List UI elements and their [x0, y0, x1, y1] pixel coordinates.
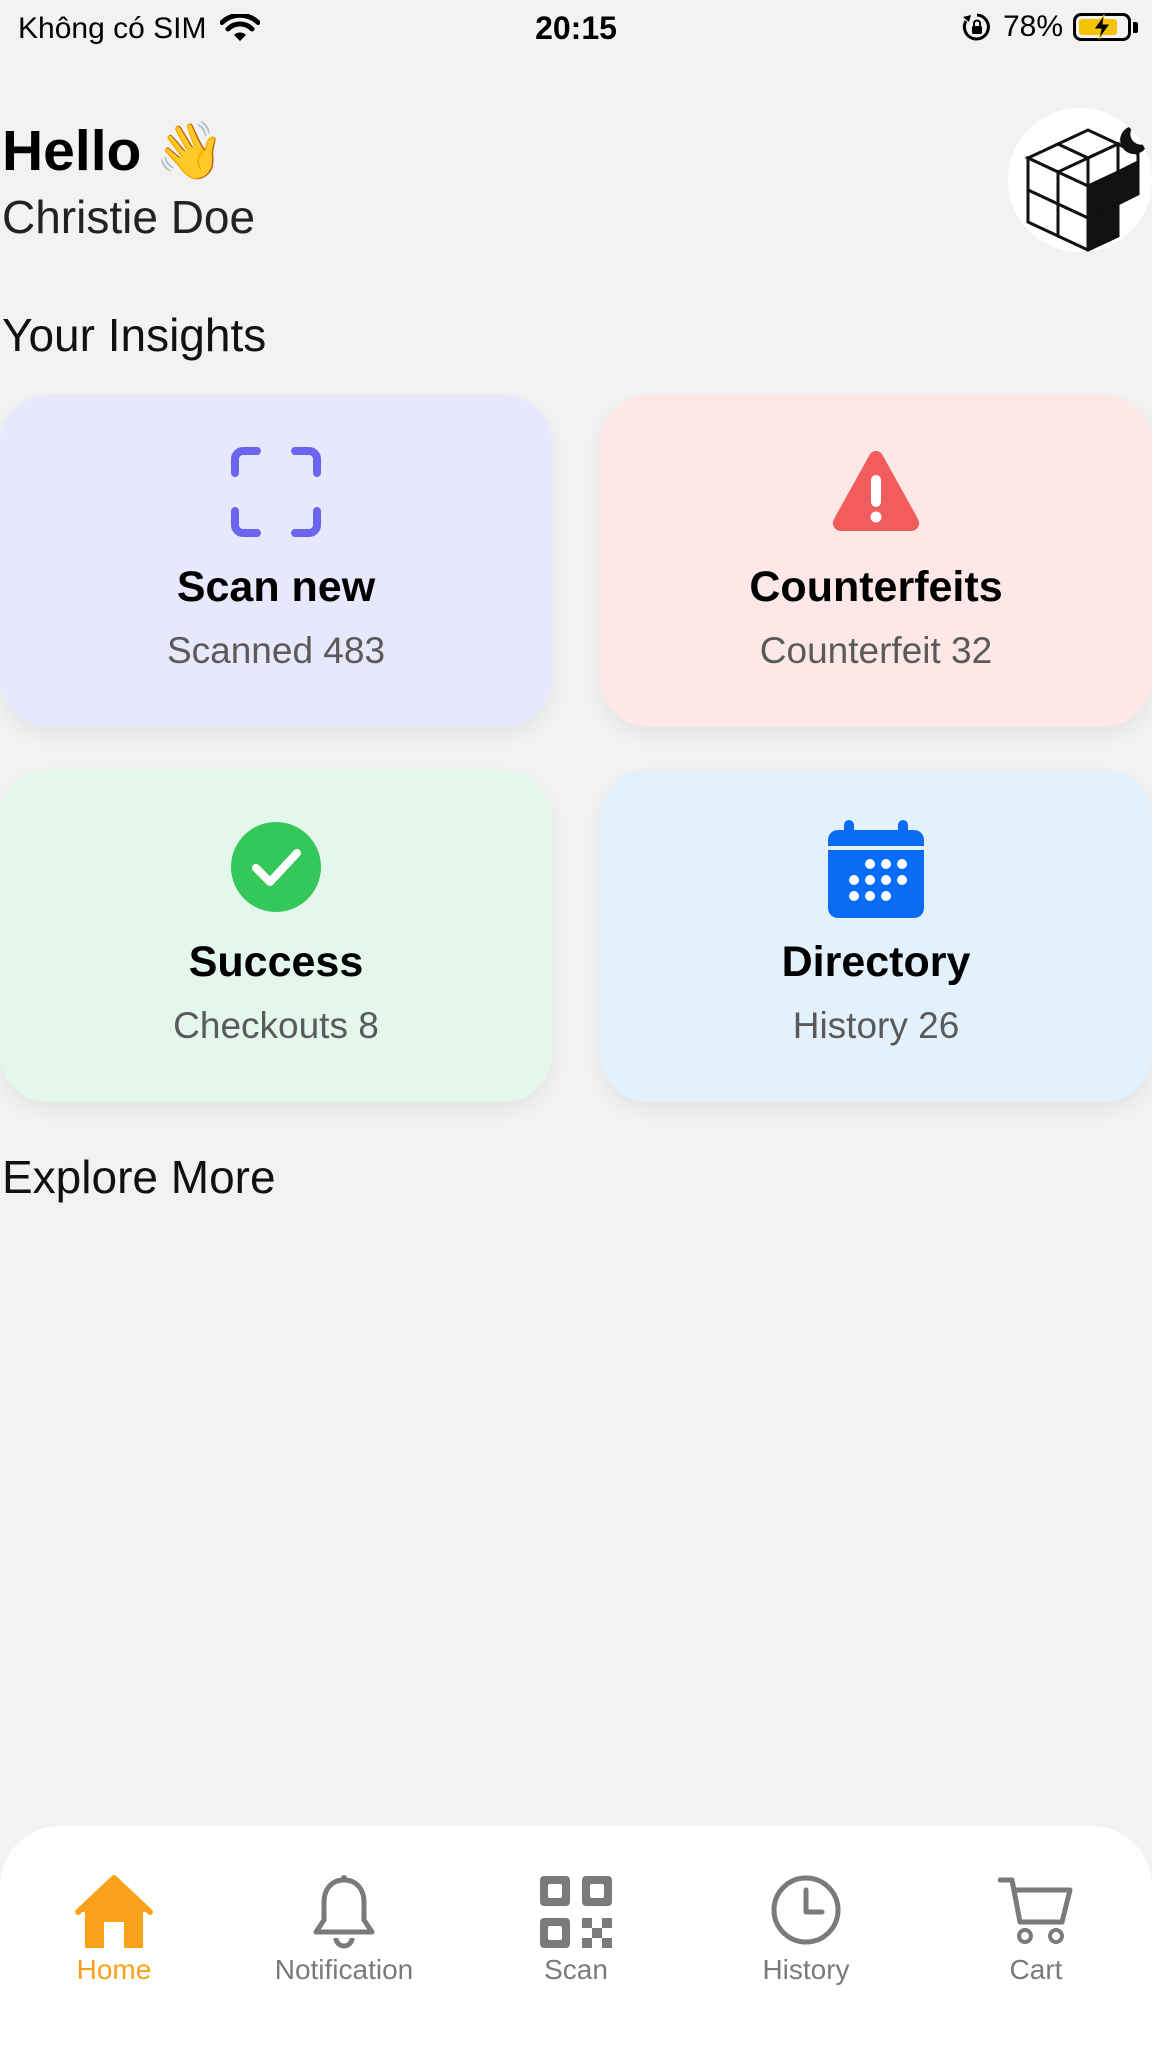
card-icon-wrap — [0, 445, 552, 539]
card-icon-wrap — [600, 445, 1152, 539]
qr-code-icon — [540, 1876, 612, 1948]
nav-item-history[interactable]: History — [706, 1874, 906, 1994]
explore-title: Explore More — [2, 1151, 276, 1203]
waving-hand-icon: 👋 — [155, 119, 226, 182]
card-counterfeits[interactable]: Counterfeits Counterfeit 32 — [600, 395, 1152, 727]
card-title: Directory — [781, 938, 971, 986]
user-name: Christie Doe — [2, 191, 256, 243]
warning-icon — [832, 451, 920, 531]
battery-icon — [1073, 13, 1131, 41]
card-subtitle: Checkouts 8 — [173, 1005, 379, 1046]
battery-cap — [1133, 21, 1138, 33]
calendar-icon — [828, 820, 924, 918]
status-right: 78% — [961, 10, 1138, 44]
charging-bolt-icon — [1093, 14, 1111, 40]
card-title: Counterfeits — [749, 563, 1003, 611]
nav-label: Notification — [274, 1954, 414, 1985]
card-subtitle: Counterfeit 32 — [759, 630, 993, 671]
card-subtitle: History 26 — [792, 1005, 960, 1046]
nav-item-notification[interactable]: Notification — [244, 1874, 444, 1994]
card-icon-wrap — [0, 820, 552, 914]
scan-frame-icon — [231, 447, 321, 537]
greeting: Hello 👋 — [2, 118, 225, 184]
bottom-nav: Home Notification Scan History Cart — [0, 1826, 1152, 2048]
home-icon — [75, 1875, 153, 1948]
nav-item-home[interactable]: Home — [14, 1874, 214, 1994]
orientation-lock-icon — [962, 13, 990, 41]
card-title: Scan new — [176, 563, 376, 611]
nav-item-cart[interactable]: Cart — [936, 1874, 1136, 1994]
avatar[interactable] — [1008, 108, 1152, 252]
card-success[interactable]: Success Checkouts 8 — [0, 770, 552, 1102]
nav-label: Cart — [1009, 1954, 1063, 1985]
cart-icon — [998, 1877, 1073, 1944]
status-bar: Không có SIM 20:15 78% — [0, 0, 1152, 58]
card-subtitle: Scanned 483 — [166, 630, 386, 671]
nav-label: History — [762, 1954, 850, 1985]
card-directory[interactable]: Directory History 26 — [600, 770, 1152, 1102]
card-title: Success — [188, 938, 364, 986]
nav-label: Scan — [544, 1954, 608, 1985]
card-scan-new[interactable]: Scan new Scanned 483 — [0, 395, 552, 727]
insights-title: Your Insights — [2, 309, 267, 361]
nav-item-scan[interactable]: Scan — [476, 1874, 676, 1994]
battery-percent: 78% — [1002, 10, 1063, 43]
bell-icon — [313, 1875, 375, 1949]
card-icon-wrap — [600, 820, 1152, 918]
greeting-text: Hello — [2, 119, 142, 183]
check-circle-icon — [231, 822, 321, 912]
nav-label: Home — [76, 1954, 152, 1985]
clock-icon — [771, 1875, 841, 1945]
cube-logo-icon — [1024, 126, 1148, 252]
